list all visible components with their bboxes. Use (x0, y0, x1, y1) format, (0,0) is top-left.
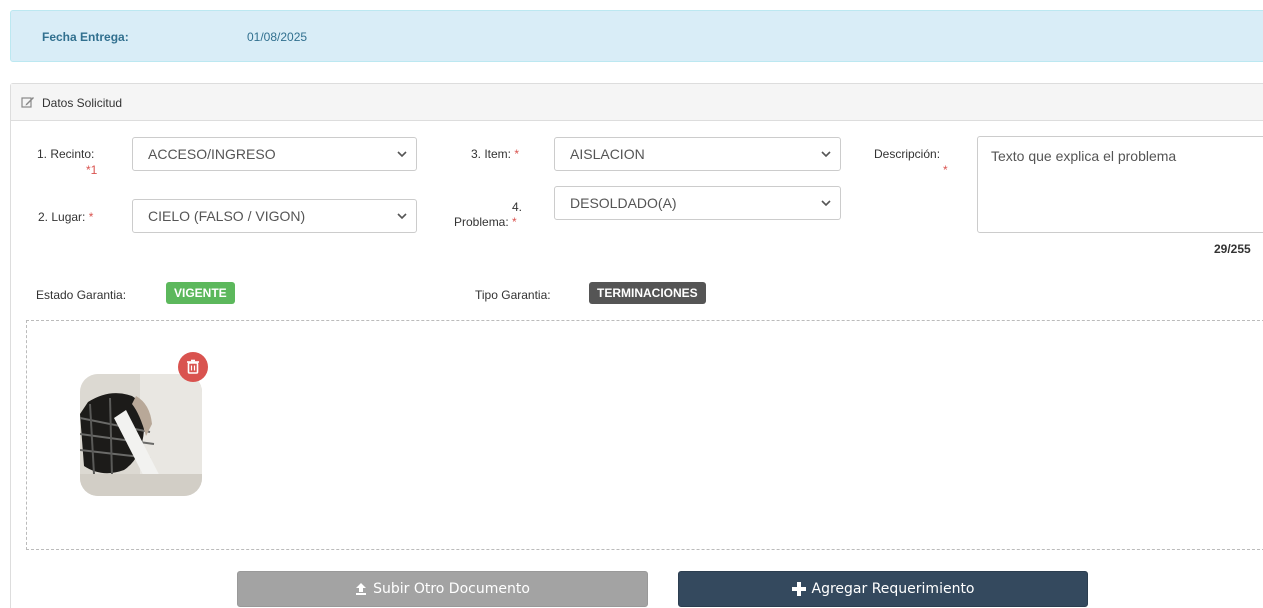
add-requirement-label: Agregar Requerimiento (811, 581, 975, 597)
descripcion-textarea[interactable]: Texto que explica el problema (977, 136, 1263, 233)
tipo-garantia-label: Tipo Garantia: (475, 288, 551, 302)
char-counter: 29/255 (1214, 242, 1251, 256)
upload-icon (356, 583, 367, 595)
recinto-label: 1. Recinto: (37, 147, 95, 161)
tipo-garantia-badge: TERMINACIONES (589, 282, 706, 304)
recinto-select[interactable]: ACCESO/INGRESO (132, 137, 417, 171)
uploaded-photo-thumbnail[interactable] (80, 374, 202, 496)
item-label: 3. Item: * (471, 147, 520, 161)
chevron-down-icon (397, 213, 407, 220)
chevron-down-icon (821, 200, 831, 207)
item-select[interactable]: AISLACION (554, 137, 841, 171)
estado-garantia-badge: VIGENTE (166, 282, 235, 304)
delivery-date-bar: Fecha Entrega: 01/08/2025 (10, 10, 1263, 62)
recinto-required: *1 (86, 163, 98, 177)
lugar-value: CIELO (FALSO / VIGON) (148, 208, 306, 224)
problema-required: * (512, 215, 517, 229)
panel-title: Datos Solicitud (42, 96, 123, 110)
problema-label-number: 4. (512, 200, 523, 214)
trash-icon (187, 359, 199, 374)
descripcion-value: Texto que explica el problema (991, 148, 1177, 164)
panel-header: Datos Solicitud (11, 84, 1263, 121)
lugar-select[interactable]: CIELO (FALSO / VIGON) (132, 199, 417, 233)
item-required: * (514, 147, 520, 161)
delivery-date-value: 01/08/2025 (247, 30, 308, 44)
upload-dropzone[interactable] (26, 320, 1263, 550)
upload-document-label: Subir Otro Documento (373, 581, 530, 597)
descripcion-label: Descripción: (874, 147, 941, 161)
lugar-label: 2. Lugar: * (38, 210, 94, 224)
delivery-date-label: Fecha Entrega: (42, 30, 129, 44)
estado-garantia-label: Estado Garantia: (36, 288, 127, 302)
problema-value: DESOLDADO(A) (570, 195, 677, 211)
upload-document-button[interactable]: Subir Otro Documento (237, 571, 648, 607)
descripcion-required: * (943, 163, 948, 177)
chevron-down-icon (821, 151, 831, 158)
chevron-down-icon (397, 151, 407, 158)
problema-select[interactable]: DESOLDADO(A) (554, 186, 841, 220)
recinto-value: ACCESO/INGRESO (148, 146, 276, 162)
problema-label: Problema: * (454, 215, 517, 229)
lugar-required: * (88, 210, 94, 224)
item-value: AISLACION (570, 146, 645, 162)
edit-icon (21, 97, 34, 108)
delete-photo-button[interactable] (178, 352, 208, 382)
add-requirement-button[interactable]: Agregar Requerimiento (678, 571, 1088, 607)
plus-icon (791, 582, 806, 596)
photo-image (80, 374, 202, 496)
